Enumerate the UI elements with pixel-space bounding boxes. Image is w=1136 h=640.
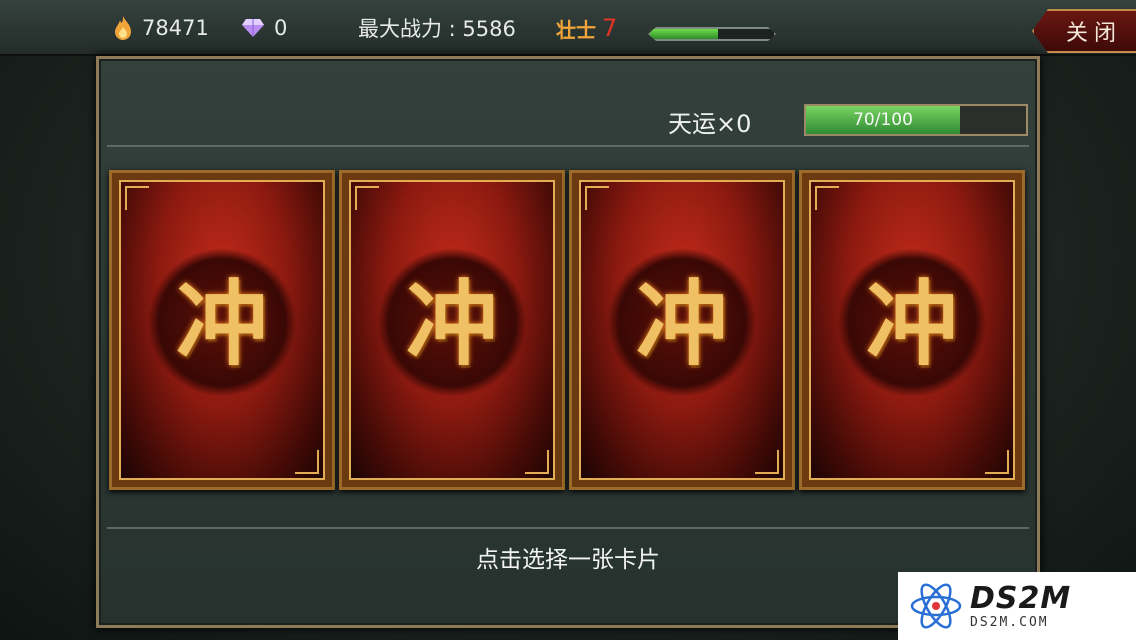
gold-value: 78471 [142, 16, 209, 40]
panel-divider-top [107, 145, 1029, 147]
top-status-bar: 78471 0 最大战力 : 5586 壮士 7 关闭 [0, 0, 1136, 56]
max-power-text: 最大战力 : 5586 [358, 17, 516, 41]
card-1[interactable]: 冲 [109, 170, 335, 490]
close-button-label: 关闭 [1065, 21, 1122, 46]
rank-title: 壮士 [556, 17, 596, 42]
card-2[interactable]: 冲 [339, 170, 565, 490]
rank-display: 壮士 7 [556, 0, 617, 56]
rank-progress-bar [648, 27, 776, 41]
gem-counter: 0 [240, 0, 287, 56]
luck-label: 天运×0 [668, 110, 752, 138]
close-button[interactable]: 关闭 [1032, 9, 1136, 53]
gem-value: 0 [274, 16, 288, 40]
diamond-icon [242, 19, 264, 37]
card-glyph: 冲 [865, 271, 958, 379]
panel-divider-bottom [107, 527, 1029, 529]
card-face: 冲 [119, 180, 325, 480]
card-glyph: 冲 [175, 271, 268, 379]
select-card-prompt: 点击选择一张卡片 [476, 547, 660, 573]
watermark-title: DS2M [970, 580, 1072, 616]
watermark: DS2M DS2M.COM [898, 572, 1136, 640]
atom-logo-icon [910, 583, 962, 629]
watermark-url: DS2M.COM [970, 614, 1049, 630]
luck-progress-text: 70/100 [853, 110, 913, 130]
gold-flame-icon [115, 16, 131, 40]
card-4[interactable]: 冲 [799, 170, 1025, 490]
rank-progress-fill [650, 29, 718, 39]
rank-level: 7 [602, 14, 618, 42]
card-face: 冲 [349, 180, 555, 480]
card-face: 冲 [809, 180, 1015, 480]
card-glyph: 冲 [635, 271, 728, 379]
max-power-label: 最大战力 : 5586 [358, 0, 516, 56]
card-3[interactable]: 冲 [569, 170, 795, 490]
card-glyph: 冲 [405, 271, 498, 379]
watermark-text: DS2M DS2M.COM [970, 580, 1072, 630]
gold-counter: 78471 [112, 0, 209, 56]
card-face: 冲 [579, 180, 785, 480]
luck-progress-bar: 70/100 [804, 104, 1028, 136]
